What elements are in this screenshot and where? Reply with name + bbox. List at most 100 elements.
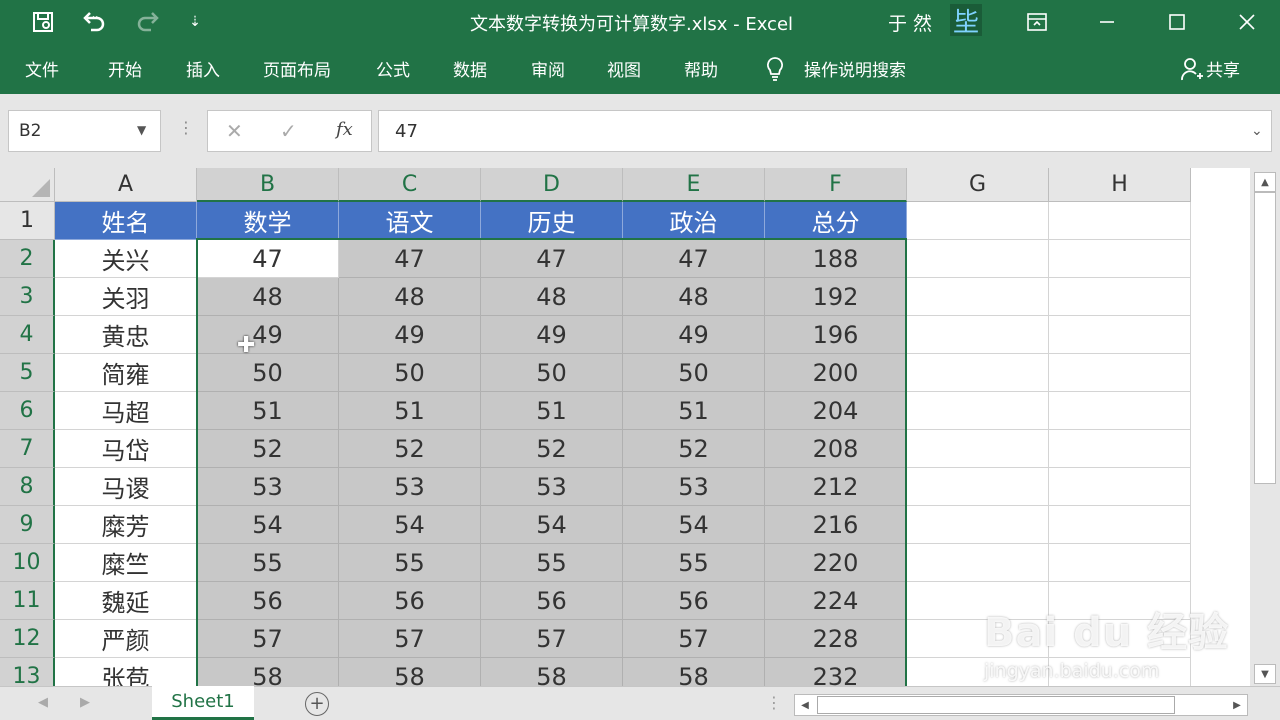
cell[interactable]: 51 [339,392,481,430]
row-header-3[interactable]: 3 [0,278,55,316]
cell[interactable]: 188 [765,240,907,278]
cell[interactable]: 232 [765,658,907,686]
cell[interactable]: 50 [623,354,765,392]
cell[interactable]: 58 [197,658,339,686]
cell[interactable]: 52 [623,430,765,468]
cell[interactable]: 马谡 [55,468,197,506]
cell[interactable] [907,240,1049,278]
scroll-down-icon[interactable]: ▼ [1254,664,1276,684]
ribbon-display-options-icon[interactable] [1022,8,1052,36]
cell[interactable]: 200 [765,354,907,392]
column-header-e[interactable]: E [623,168,765,202]
row-header-10[interactable]: 10 [0,544,55,582]
maximize-icon[interactable] [1162,8,1192,36]
cell[interactable]: 51 [481,392,623,430]
cell[interactable]: 208 [765,430,907,468]
column-header-h[interactable]: H [1049,168,1191,202]
cell[interactable]: 220 [765,544,907,582]
row-header-7[interactable]: 7 [0,430,55,468]
cell[interactable] [907,430,1049,468]
sheet-tab-sheet1[interactable]: Sheet1 [152,686,254,720]
cell[interactable]: 56 [339,582,481,620]
expand-formula-icon[interactable]: ⌄ [1251,123,1263,139]
cell[interactable]: 192 [765,278,907,316]
cell[interactable] [907,392,1049,430]
cell[interactable]: 228 [765,620,907,658]
cell[interactable]: 56 [623,582,765,620]
next-sheet-icon[interactable]: ▶ [80,695,90,710]
insert-function-icon[interactable]: fx [336,119,353,140]
cell[interactable]: 55 [197,544,339,582]
cell[interactable]: 216 [765,506,907,544]
cell[interactable]: 54 [481,506,623,544]
cell[interactable]: 57 [623,620,765,658]
cell[interactable]: 55 [481,544,623,582]
cell[interactable]: 52 [339,430,481,468]
row-header-12[interactable]: 12 [0,620,55,658]
cell[interactable]: 56 [481,582,623,620]
cell[interactable]: 57 [197,620,339,658]
header-cell[interactable]: 语文 [339,202,481,240]
tab-home[interactable]: 开始 [108,56,142,81]
cell[interactable]: 54 [197,506,339,544]
select-all-button[interactable] [0,168,55,202]
cell[interactable]: 56 [197,582,339,620]
cell[interactable]: 58 [481,658,623,686]
row-header-5[interactable]: 5 [0,354,55,392]
tab-file[interactable]: 文件 [25,56,59,81]
cell[interactable] [1049,506,1191,544]
row-header-1[interactable]: 1 [0,202,55,240]
cell[interactable] [1049,544,1191,582]
cell[interactable]: 48 [339,278,481,316]
cell[interactable]: 51 [197,392,339,430]
minimize-icon[interactable] [1092,8,1122,36]
tab-page-layout[interactable]: 页面布局 [263,56,331,81]
cell[interactable]: 53 [197,468,339,506]
user-avatar[interactable]: 坒 [950,4,982,38]
horizontal-scrollbar[interactable]: ◀ ▶ [794,694,1248,716]
tab-insert[interactable]: 插入 [186,56,220,81]
cell[interactable]: 53 [339,468,481,506]
tab-review[interactable]: 审阅 [531,56,565,81]
cell[interactable]: 50 [197,354,339,392]
tab-split-grip-icon[interactable]: ⋮ [766,693,782,712]
cell[interactable] [907,316,1049,354]
cell[interactable]: 50 [339,354,481,392]
user-name[interactable]: 于 然 [888,9,932,36]
scroll-up-icon[interactable]: ▲ [1254,172,1276,192]
cell[interactable] [907,506,1049,544]
cell[interactable] [1049,202,1191,240]
cell[interactable]: 49 [623,316,765,354]
row-header-11[interactable]: 11 [0,582,55,620]
cell[interactable]: 49 [481,316,623,354]
cell[interactable]: 糜芳 [55,506,197,544]
cell[interactable]: 47 [481,240,623,278]
add-sheet-button[interactable]: + [305,692,329,716]
cell[interactable] [907,468,1049,506]
prev-sheet-icon[interactable]: ◀ [38,695,48,710]
cell[interactable]: 204 [765,392,907,430]
cell[interactable]: 48 [197,278,339,316]
undo-icon[interactable] [72,8,116,36]
redo-icon[interactable] [126,8,170,36]
person-icon[interactable] [1180,56,1204,86]
cell[interactable]: 糜竺 [55,544,197,582]
cell[interactable] [907,278,1049,316]
cell[interactable]: 关羽 [55,278,197,316]
column-header-f[interactable]: F [765,168,907,202]
cell[interactable]: 52 [197,430,339,468]
cell[interactable]: 54 [623,506,765,544]
enter-icon[interactable]: ✓ [280,119,297,143]
cell[interactable] [1049,278,1191,316]
header-cell[interactable]: 数学 [197,202,339,240]
cell[interactable]: 53 [481,468,623,506]
tab-formulas[interactable]: 公式 [376,56,410,81]
cell[interactable]: 48 [481,278,623,316]
cell[interactable]: 严颜 [55,620,197,658]
cell[interactable]: 47 [623,240,765,278]
cell[interactable]: 49 [339,316,481,354]
cell[interactable] [1049,430,1191,468]
vertical-scrollbar[interactable]: ▲ ▼ [1250,168,1280,686]
cell[interactable]: 马岱 [55,430,197,468]
cell[interactable]: 简雍 [55,354,197,392]
